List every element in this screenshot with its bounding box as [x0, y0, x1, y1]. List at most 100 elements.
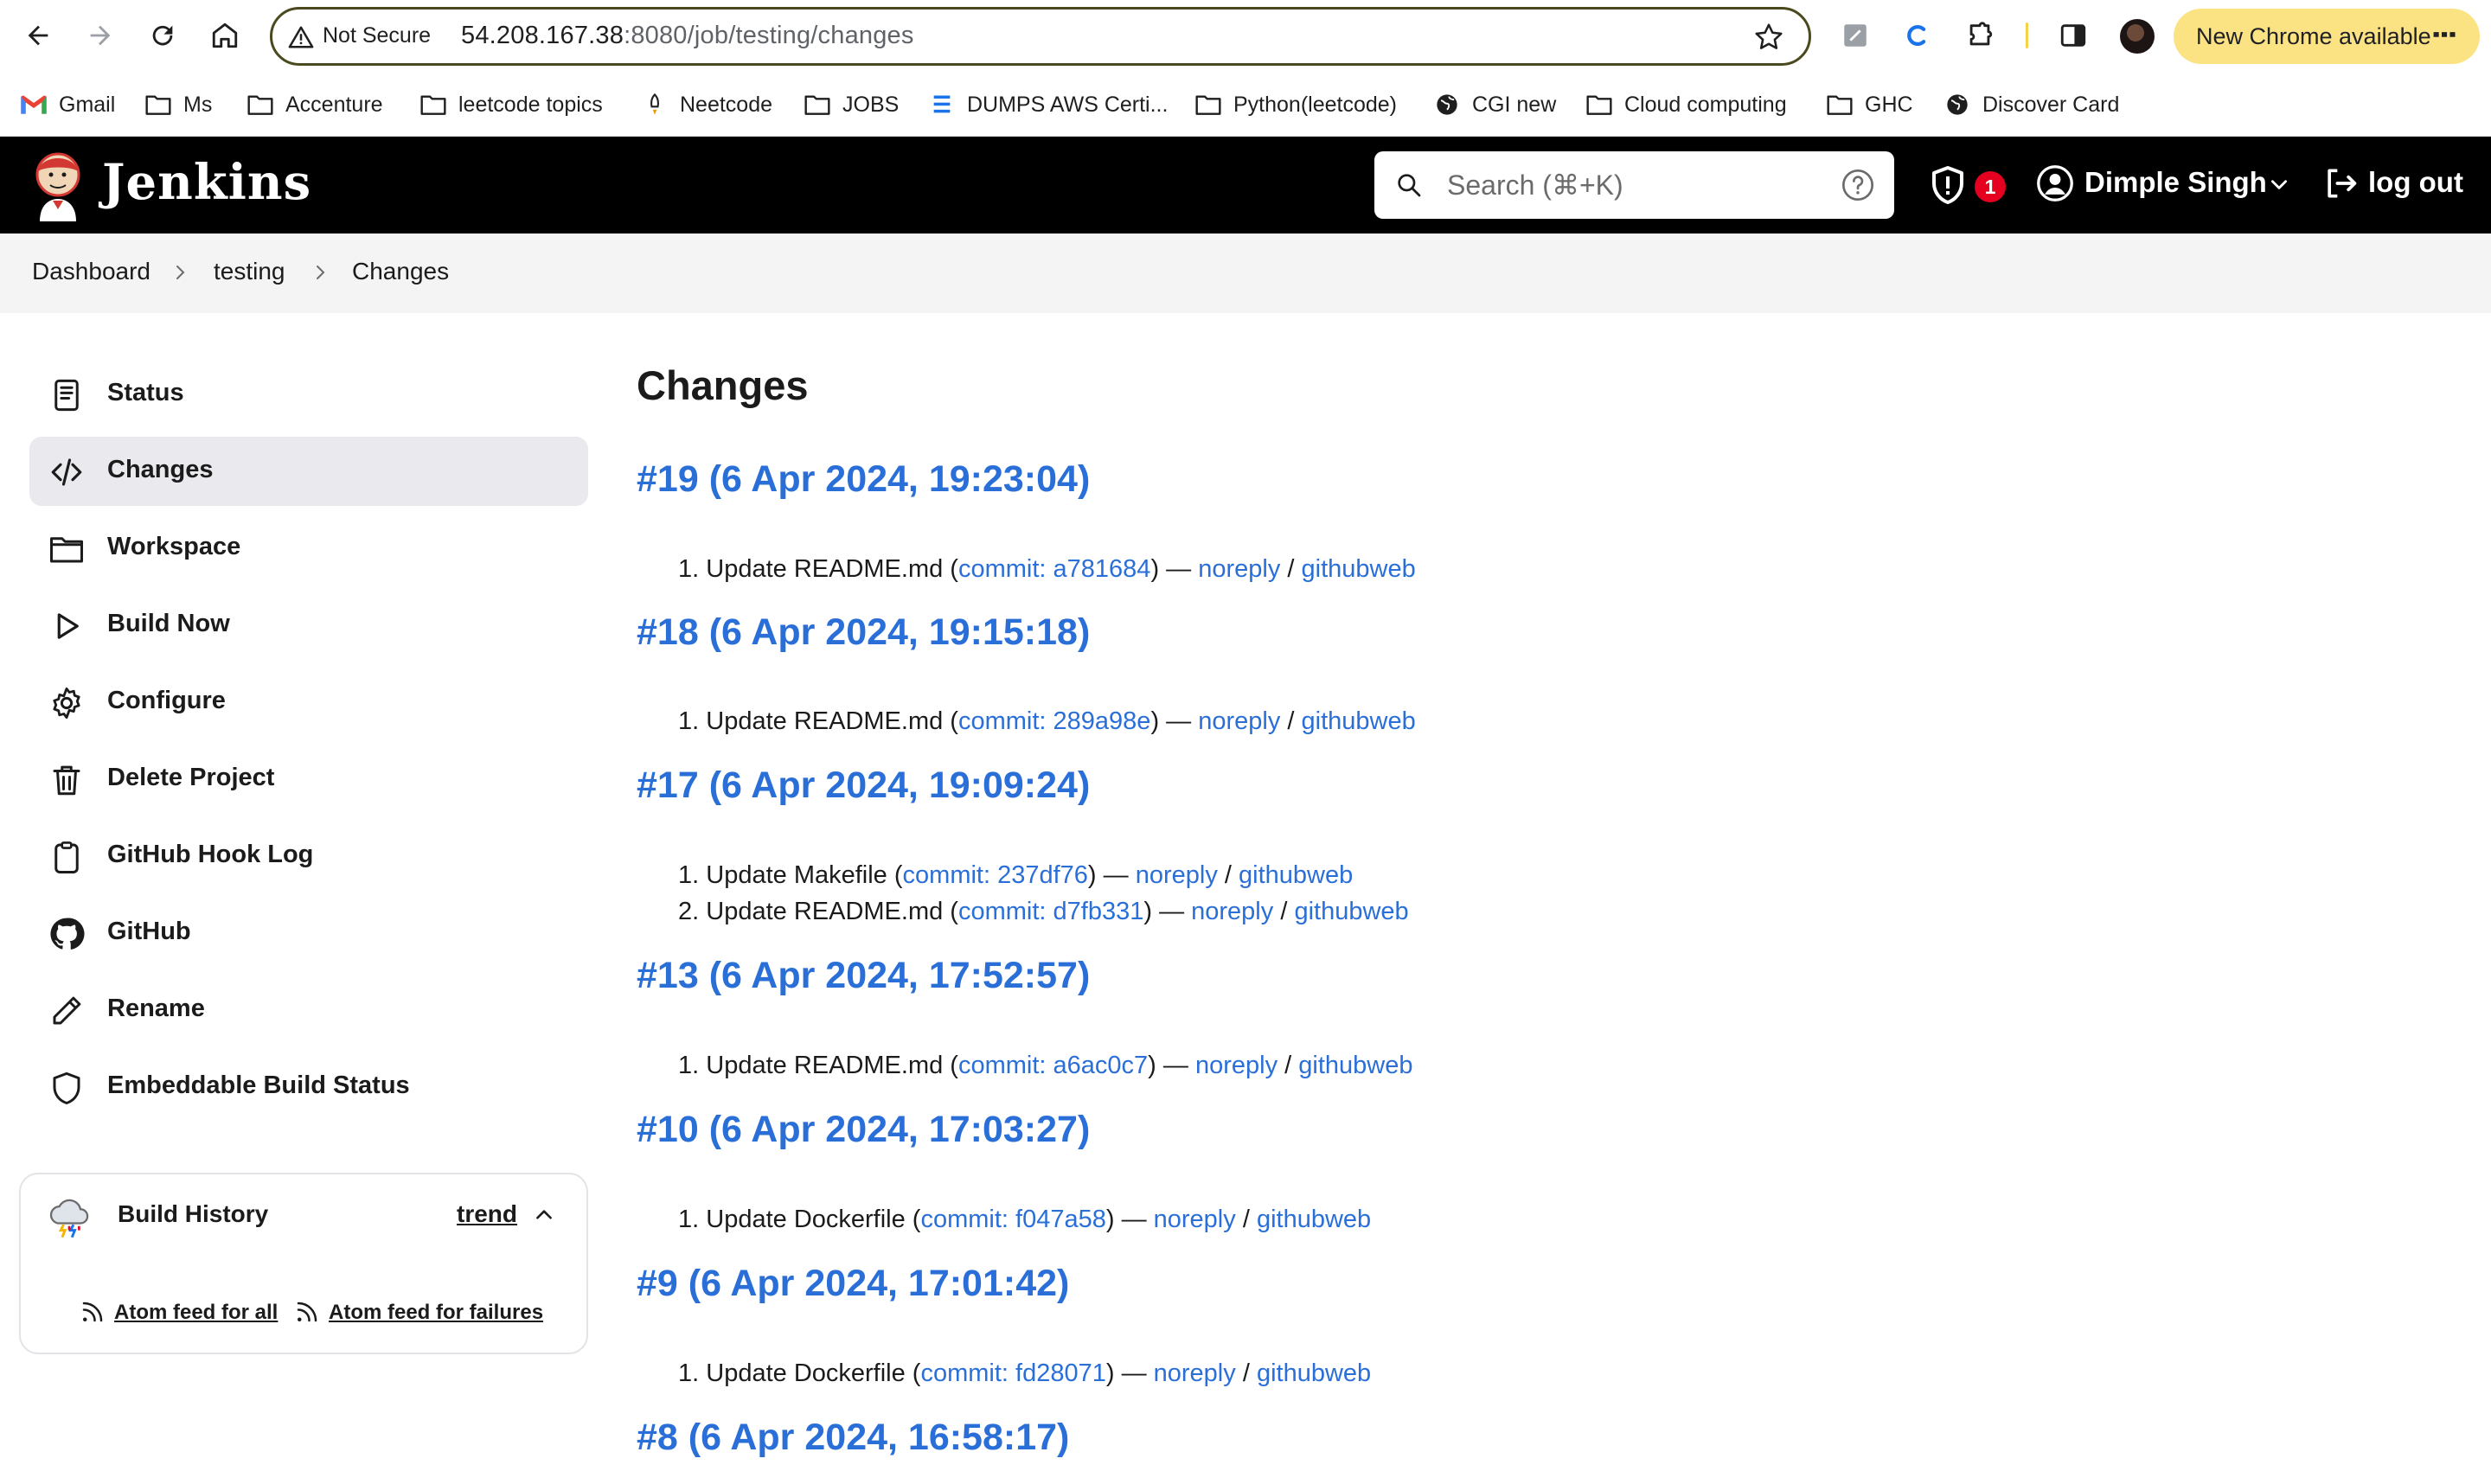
- reload-button[interactable]: [142, 15, 183, 56]
- url-host: 54.208.167.38: [461, 22, 624, 49]
- build-link[interactable]: #17 (6 Apr 2024, 19:09:24): [637, 764, 1090, 807]
- build-link[interactable]: #13 (6 Apr 2024, 17:52:57): [637, 955, 1090, 997]
- bookmark-star-icon[interactable]: [1753, 22, 1784, 53]
- githubweb-link[interactable]: githubweb: [1239, 861, 1353, 889]
- extensions-puzzle-icon[interactable]: [1963, 19, 1996, 52]
- chevron-down-icon[interactable]: [2268, 173, 2290, 195]
- sidebar-item-workspace[interactable]: Workspace: [29, 514, 588, 583]
- clipboard-icon: [54, 841, 79, 873]
- commit-link[interactable]: commit: d7fb331: [958, 898, 1143, 925]
- build-link[interactable]: #19 (6 Apr 2024, 19:23:04): [637, 458, 1090, 501]
- toolbar-divider: [2026, 22, 2028, 48]
- trash-icon: [53, 765, 80, 796]
- commit-link[interactable]: commit: a6ac0c7: [958, 1052, 1148, 1079]
- side-panel-icon[interactable]: [2057, 19, 2090, 52]
- bookmark-discover-card[interactable]: Discover Card: [1943, 90, 2119, 119]
- logout-icon[interactable]: [2321, 164, 2360, 202]
- commit-link[interactable]: commit: 237df76: [903, 861, 1088, 889]
- sidebar-item-github[interactable]: GitHub: [29, 899, 588, 968]
- author-link[interactable]: noreply: [1136, 861, 1218, 889]
- author-link[interactable]: noreply: [1198, 707, 1280, 735]
- pencil-icon: [53, 996, 81, 1025]
- profile-avatar[interactable]: [2120, 19, 2155, 54]
- folder-icon: [803, 92, 832, 118]
- githubweb-link[interactable]: githubweb: [1257, 1206, 1371, 1233]
- new-chrome-button[interactable]: New Chrome available ⋮: [2174, 9, 2480, 64]
- sidebar-item-rename[interactable]: Rename: [29, 975, 588, 1045]
- breadcrumb-testing[interactable]: testing: [214, 258, 285, 285]
- build-link[interactable]: #9 (6 Apr 2024, 17:01:42): [637, 1263, 1069, 1305]
- gear-icon: [53, 687, 80, 720]
- bookmark-cgi-new[interactable]: CGI new: [1432, 90, 1556, 119]
- search-box[interactable]: Search (⌘+K): [1374, 151, 1894, 219]
- bookmark-accenture[interactable]: Accenture: [246, 90, 383, 119]
- githubweb-link[interactable]: githubweb: [1302, 707, 1416, 735]
- build-link[interactable]: #10 (6 Apr 2024, 17:03:27): [637, 1109, 1090, 1151]
- security-shield-icon[interactable]: [1927, 164, 1969, 206]
- arrow-right-icon: [90, 25, 111, 46]
- extension-notes-icon[interactable]: [1839, 19, 1872, 52]
- jenkins-logo-icon[interactable]: [31, 149, 85, 221]
- author-link[interactable]: noreply: [1191, 898, 1273, 925]
- githubweb-link[interactable]: githubweb: [1294, 898, 1408, 925]
- bookmark-cloud-computing[interactable]: Cloud computing: [1585, 90, 1787, 119]
- sidebar-item-github-hook-log[interactable]: GitHub Hook Log: [29, 822, 588, 891]
- sidebar-item-configure[interactable]: Configure: [29, 668, 588, 737]
- user-menu[interactable]: Dimple Singh: [2084, 166, 2267, 199]
- sidebar-item-label: GitHub: [107, 918, 191, 945]
- commit-link[interactable]: commit: f047a58: [920, 1206, 1105, 1233]
- home-button[interactable]: [204, 15, 246, 56]
- author-link[interactable]: noreply: [1154, 1359, 1236, 1387]
- chevron-up-icon[interactable]: [533, 1204, 555, 1226]
- warning-icon[interactable]: [288, 24, 314, 50]
- author-link[interactable]: noreply: [1195, 1052, 1278, 1079]
- address-bar[interactable]: Not Secure 54.208.167.38:8080/job/testin…: [270, 7, 1811, 66]
- sidebar-item-status[interactable]: Status: [29, 360, 588, 429]
- jenkins-title[interactable]: Jenkins: [102, 154, 311, 211]
- sidebar-item-build-now[interactable]: Build Now: [29, 591, 588, 660]
- user-icon[interactable]: [2036, 164, 2074, 202]
- build-link[interactable]: #18 (6 Apr 2024, 19:15:18): [637, 611, 1090, 654]
- sidebar-item-changes[interactable]: Changes: [29, 437, 588, 506]
- sidebar-item-label: Delete Project: [107, 764, 275, 791]
- trend-link[interactable]: trend: [457, 1200, 517, 1228]
- author-link[interactable]: noreply: [1198, 555, 1280, 583]
- bookmark-ms[interactable]: Ms: [144, 90, 212, 119]
- logout-link[interactable]: log out: [2368, 166, 2463, 199]
- githubweb-link[interactable]: githubweb: [1302, 555, 1416, 583]
- alerts-badge[interactable]: 1: [1975, 171, 2006, 202]
- bookmark-gmail[interactable]: Gmail: [19, 90, 115, 119]
- atom-feed-failures-link[interactable]: Atom feed for failures: [329, 1301, 543, 1325]
- url-text[interactable]: 54.208.167.38:8080/job/testing/changes: [461, 22, 914, 50]
- bookmark-dumps-aws[interactable]: DUMPS AWS Certi...: [927, 90, 1168, 119]
- bookmark-ghc[interactable]: GHC: [1825, 90, 1913, 119]
- githubweb-link[interactable]: githubweb: [1298, 1052, 1412, 1079]
- sidebar-item-embeddable-build-status[interactable]: Embeddable Build Status: [29, 1052, 588, 1122]
- folder-icon: [1194, 92, 1223, 118]
- breadcrumb-dashboard[interactable]: Dashboard: [32, 258, 150, 285]
- bookmark-neetcode[interactable]: Neetcode: [640, 90, 772, 119]
- bookmark-leetcode-topics[interactable]: leetcode topics: [419, 90, 603, 119]
- folder-icon: [419, 92, 448, 118]
- back-button[interactable]: [17, 15, 59, 56]
- bookmark-jobs[interactable]: JOBS: [803, 90, 899, 119]
- breadcrumb-changes[interactable]: Changes: [352, 258, 449, 285]
- gmail-icon: [19, 92, 48, 118]
- githubweb-link[interactable]: githubweb: [1257, 1359, 1371, 1387]
- sidebar-item-delete-project[interactable]: Delete Project: [29, 745, 588, 814]
- search-input[interactable]: Search (⌘+K): [1447, 169, 1623, 201]
- build-link[interactable]: #8 (6 Apr 2024, 16:58:17): [637, 1417, 1069, 1459]
- author-link[interactable]: noreply: [1154, 1206, 1236, 1233]
- not-secure-label[interactable]: Not Secure: [323, 23, 431, 48]
- bookmark-python-leetcode[interactable]: Python(leetcode): [1194, 90, 1397, 119]
- commit-link[interactable]: commit: a781684: [958, 555, 1150, 583]
- folder-icon: [1825, 92, 1854, 118]
- commit-link[interactable]: commit: 289a98e: [958, 707, 1150, 735]
- page-title: Changes: [637, 362, 809, 408]
- extension-c-icon[interactable]: [1901, 19, 1934, 52]
- commit-link[interactable]: commit: fd28071: [920, 1359, 1105, 1387]
- forward-button[interactable]: [80, 15, 121, 56]
- help-icon[interactable]: [1841, 168, 1875, 202]
- atom-feed-all-link[interactable]: Atom feed for all: [114, 1301, 278, 1325]
- change-item: 1. Update README.md (commit: a781684) — …: [678, 555, 1416, 583]
